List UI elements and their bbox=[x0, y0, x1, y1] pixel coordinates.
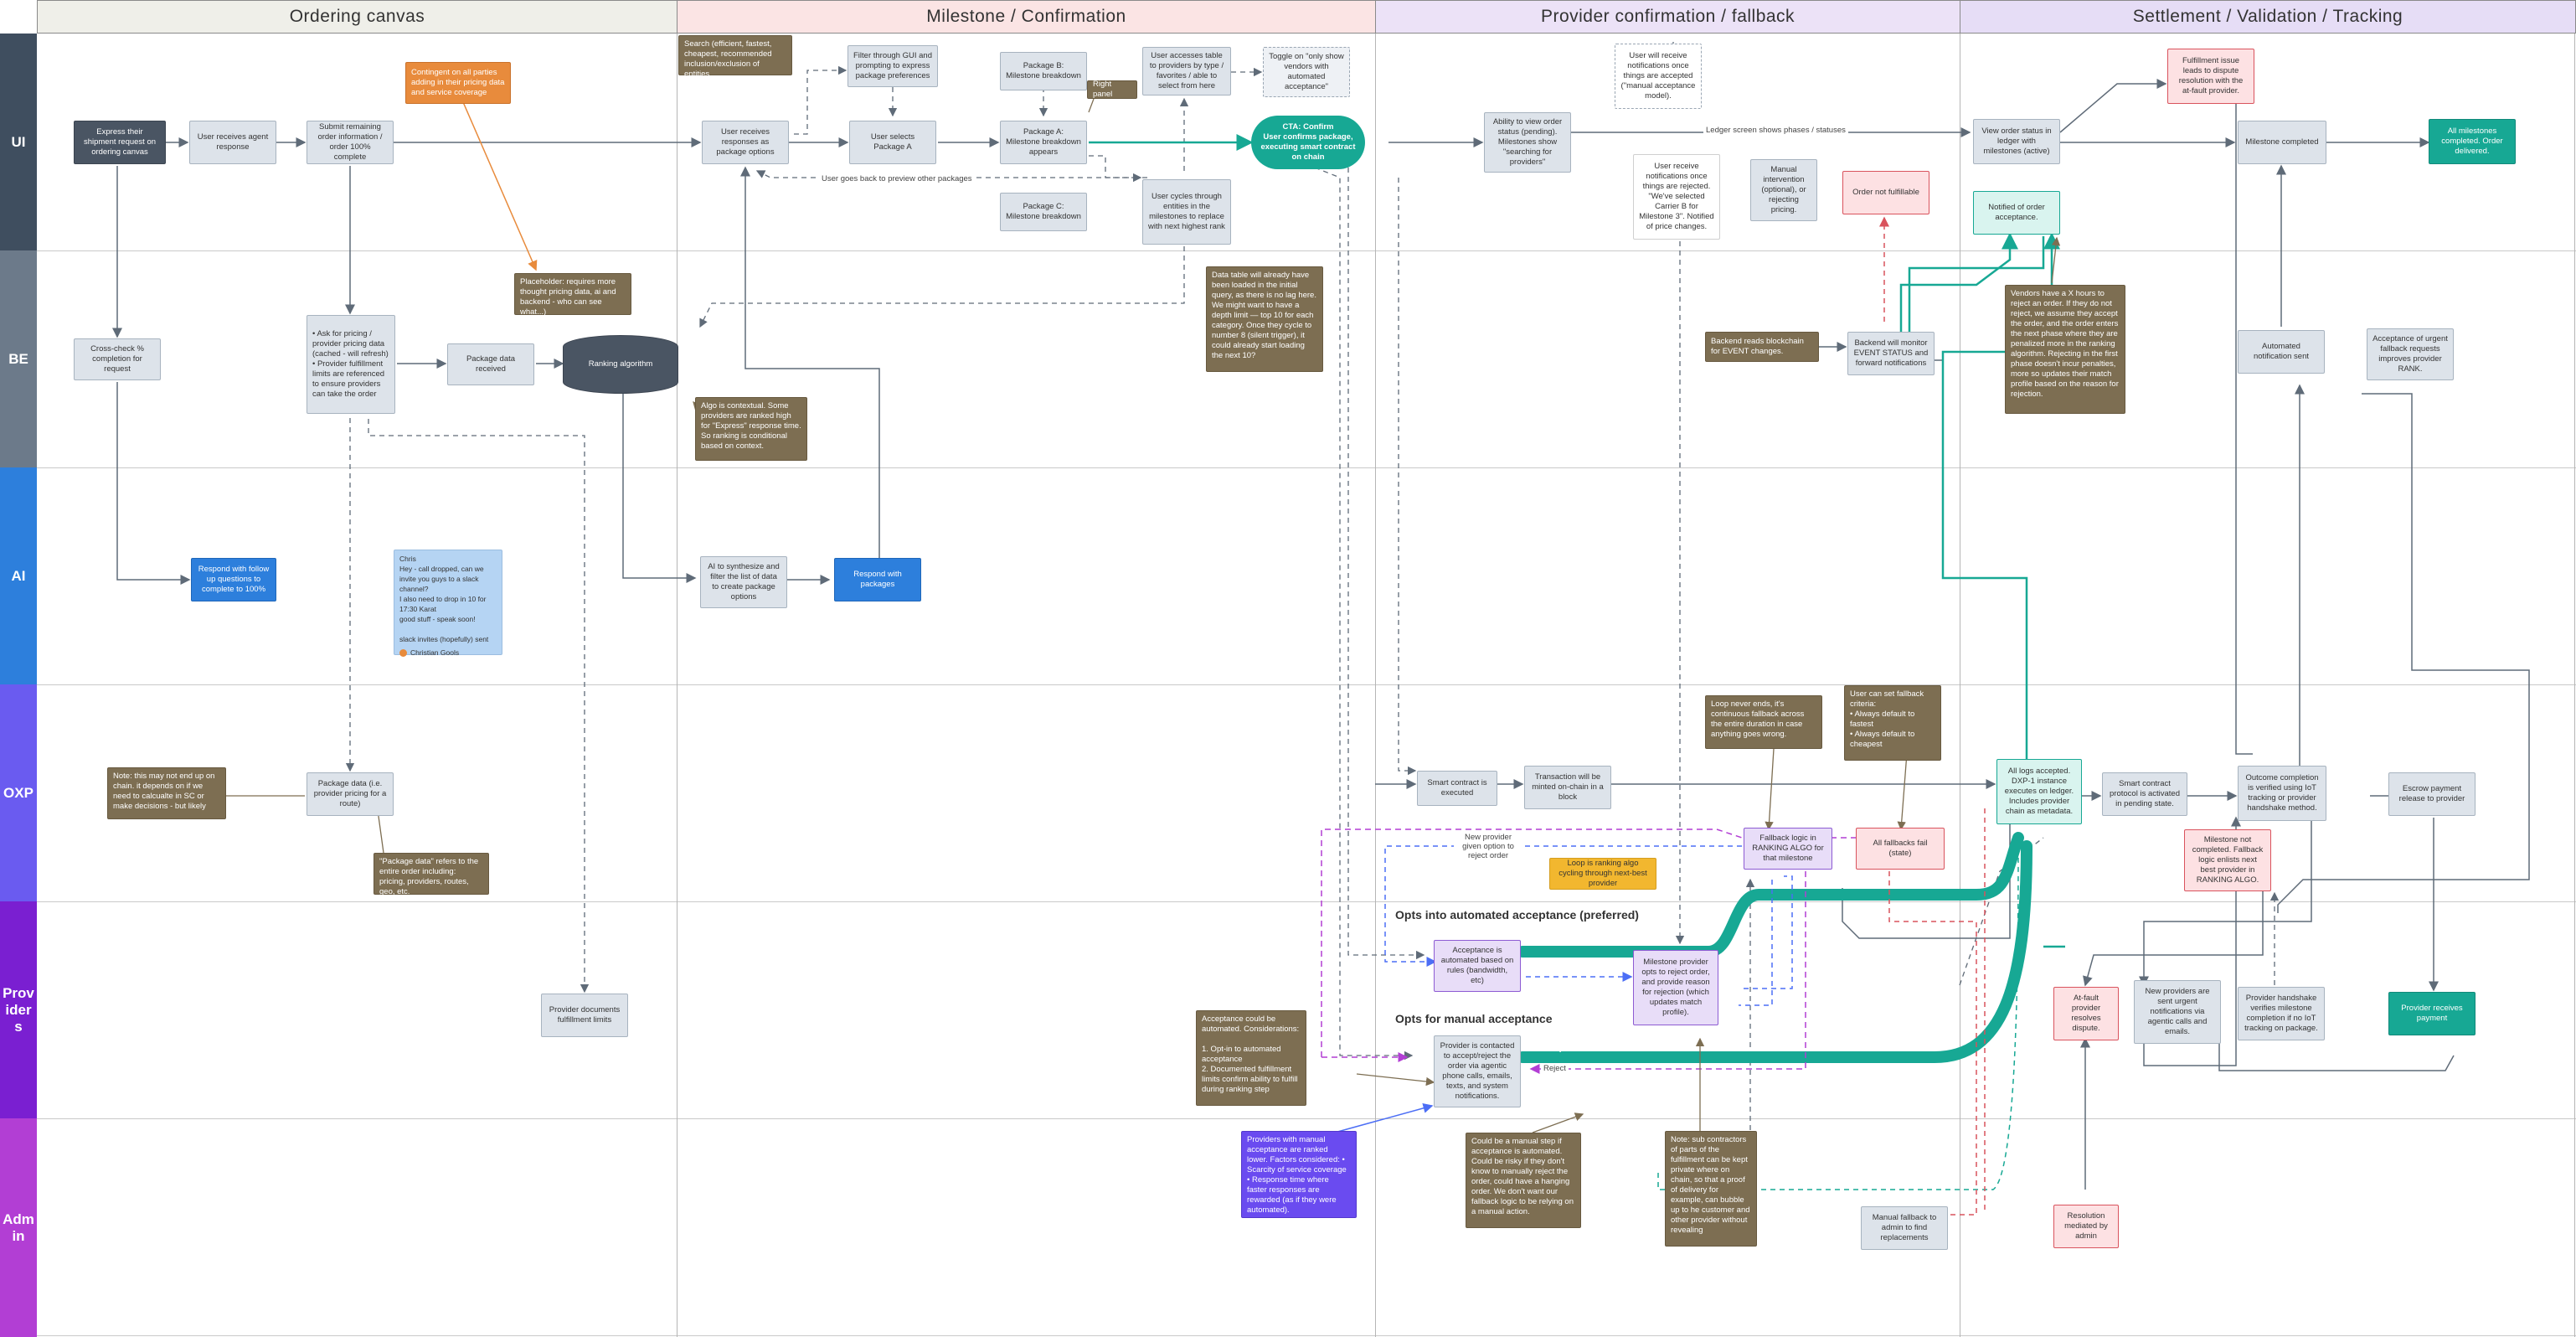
package-b-node[interactable]: Package B: Milestone breakdown bbox=[1000, 52, 1087, 90]
respond-packages-node[interactable]: Respond with packages bbox=[834, 558, 921, 601]
outcome-verified-node[interactable]: Outcome completion is verified using IoT… bbox=[2238, 766, 2326, 821]
milestone-not-completed-node[interactable]: Milestone not completed. Fallback logic … bbox=[2184, 829, 2271, 891]
provider-docs-node[interactable]: Provider documents fulfillment limits bbox=[541, 994, 628, 1037]
smart-protocol-node[interactable]: Smart contract protocol is activated in … bbox=[2102, 772, 2187, 816]
crosscheck-node[interactable]: Cross-check % completion for request bbox=[74, 338, 161, 380]
loop-ranking-note: Loop is ranking algo cycling through nex… bbox=[1549, 858, 1656, 890]
smart-contract-node[interactable]: Smart contract is executed bbox=[1417, 771, 1497, 806]
all-logs-node[interactable]: All logs accepted. DXP-1 instance execut… bbox=[1996, 759, 2082, 824]
all-fallbacks-fail-node[interactable]: All fallbacks fail (state) bbox=[1856, 828, 1945, 870]
tx-minted-node[interactable]: Transaction will be minted on-chain in a… bbox=[1524, 766, 1611, 809]
ledger-label: Ledger screen shows phases / statuses bbox=[1703, 126, 1848, 135]
fallback-criteria-note: User can set fallback criteria: • Always… bbox=[1844, 685, 1941, 761]
placeholder-note: Placeholder: requires more thought prici… bbox=[514, 273, 631, 317]
view-ledger-node[interactable]: View order status in ledger with milesto… bbox=[1973, 119, 2060, 164]
new-providers-urgent-node[interactable]: New providers are sent urgent notificati… bbox=[2134, 980, 2221, 1044]
ability-view-node[interactable]: Ability to view order status (pending). … bbox=[1484, 112, 1571, 173]
at-fault-node[interactable]: At-fault provider resolves dispute. bbox=[2053, 987, 2119, 1040]
acceptance-note: Acceptance could be automated. Considera… bbox=[1196, 1010, 1306, 1106]
notif-accepted-node[interactable]: User will receive notifications once thi… bbox=[1615, 44, 1702, 109]
cycles-node[interactable]: User cycles through entities in the mile… bbox=[1142, 179, 1231, 245]
agent-response-node[interactable]: User receives agent response bbox=[189, 121, 276, 164]
opts-auto-heading: Opts into automated acceptance (preferre… bbox=[1395, 908, 1639, 921]
notified-acceptance-node[interactable]: Notified of order acceptance. bbox=[1973, 191, 2060, 235]
user-receives-packages-node[interactable]: User receives responses as package optio… bbox=[702, 121, 789, 164]
note-chain: Note: this may not end up on chain. it d… bbox=[107, 767, 226, 819]
filter-gui-node[interactable]: Filter through GUI and prompting to expr… bbox=[848, 45, 938, 87]
toggle-only-automated[interactable]: Toggle on "only show vendors with automa… bbox=[1263, 47, 1350, 97]
milestone-reject-node[interactable]: Milestone provider opts to reject order,… bbox=[1633, 950, 1718, 1025]
accesses-table-node[interactable]: User accesses table to providers by type… bbox=[1142, 47, 1231, 96]
loop-never-note: Loop never ends, it's continuous fallbac… bbox=[1705, 695, 1822, 749]
order-not-fulfillable-node[interactable]: Order not fulfillable bbox=[1842, 171, 1929, 214]
provider-contacted-node[interactable]: Provider is contacted to accept/reject t… bbox=[1434, 1035, 1521, 1107]
contingent-note: Contingent on all parties adding in thei… bbox=[405, 62, 511, 104]
provider-handshake-node[interactable]: Provider handshake verifies milestone co… bbox=[2238, 987, 2325, 1040]
package-c-node[interactable]: Package C: Milestone breakdown bbox=[1000, 193, 1087, 231]
manual-step-note: Could be a manual step if acceptance is … bbox=[1466, 1133, 1581, 1228]
chat-author: Christian Gools bbox=[399, 648, 459, 658]
package-received-node[interactable]: Package data received bbox=[447, 343, 534, 385]
flow-board: UI BE AI OXP Prov ider s Adm in Ordering… bbox=[0, 0, 2576, 1337]
new-provider-label: New provider given option to reject orde… bbox=[1454, 833, 1522, 860]
search-note: Search (efficient, fastest, cheapest, re… bbox=[678, 35, 792, 79]
auto-acceptance-node[interactable]: Acceptance is automated based on rules (… bbox=[1434, 940, 1521, 992]
opts-manual-heading: Opts for manual acceptance bbox=[1395, 1012, 1553, 1025]
accept-label: Accept bbox=[1540, 1044, 1567, 1053]
right-panel-note: Right panel bbox=[1087, 80, 1137, 99]
subcontract-note: Note: sub contractors of parts of the fu… bbox=[1665, 1131, 1757, 1247]
package-a-node[interactable]: Package A: Milestone breakdown appears bbox=[1000, 121, 1087, 164]
fulfillment-issue-node[interactable]: Fulfillment issue leads to dispute resol… bbox=[2167, 49, 2254, 104]
vendors-note: Vendors have a X hours to reject an orde… bbox=[2005, 285, 2125, 414]
ai-synthesize-node[interactable]: AI to synthesize and filter the list of … bbox=[700, 556, 787, 608]
escrow-node[interactable]: Escrow payment release to provider bbox=[2388, 772, 2476, 816]
manual-intervention-node[interactable]: Manual intervention (optional), or rejec… bbox=[1750, 159, 1817, 221]
ranking-algorithm-node[interactable]: Ranking algorithm bbox=[563, 335, 678, 394]
manual-fallback-node[interactable]: Manual fallback to admin to find replace… bbox=[1861, 1206, 1948, 1250]
user-selects-node[interactable]: User selects Package A bbox=[849, 121, 936, 164]
fallback-logic-node[interactable]: Fallback logic in RANKING ALGO for that … bbox=[1744, 828, 1832, 870]
chat-sticky-note: Chris Hey - call dropped, can we invite … bbox=[394, 550, 502, 658]
submit-info-node[interactable]: Submit remaining order information / ord… bbox=[307, 121, 394, 164]
resolution-admin-node[interactable]: Resolution mediated by admin bbox=[2053, 1205, 2119, 1248]
package-data-node[interactable]: Package data (i.e. provider pricing for … bbox=[307, 772, 394, 816]
reject-label: Reject bbox=[1541, 1064, 1569, 1073]
all-completed-node[interactable]: All milestones completed. Order delivere… bbox=[2429, 119, 2516, 164]
package-data-note: "Package data" refers to the entire orde… bbox=[374, 853, 489, 896]
cta-confirm-button[interactable]: CTA: Confirm User confirms package, exec… bbox=[1251, 116, 1365, 169]
respond-followup-node[interactable]: Respond with follow up questions to comp… bbox=[191, 558, 276, 601]
backend-monitor-node[interactable]: Backend will monitor EVENT STATUS and fo… bbox=[1847, 332, 1935, 375]
manual-providers-note: Providers with manual acceptance are ran… bbox=[1241, 1131, 1357, 1218]
algo-context-note: Algo is contextual. Some providers are r… bbox=[695, 397, 807, 461]
auto-notification-node[interactable]: Automated notification sent bbox=[2238, 330, 2325, 374]
avatar-icon bbox=[399, 648, 407, 657]
notif-rejected-node[interactable]: User receive notifications once things a… bbox=[1633, 154, 1720, 240]
chat-text: Chris Hey - call dropped, can we invite … bbox=[399, 555, 489, 643]
milestone-completed-node[interactable]: Milestone completed bbox=[2238, 121, 2326, 164]
chat-author-name: Christian Gools bbox=[410, 648, 460, 657]
express-request-node[interactable]: Express their shipment request on orderi… bbox=[74, 121, 166, 164]
ask-pricing-node[interactable]: • Ask for pricing / provider pricing dat… bbox=[307, 315, 395, 414]
provider-payment-node[interactable]: Provider receives payment bbox=[2388, 992, 2476, 1035]
urgent-fallback-node[interactable]: Acceptance of urgent fallback requests i… bbox=[2367, 328, 2454, 380]
preview-label: User goes back to preview other packages bbox=[819, 174, 975, 183]
backend-reads-note: Backend reads blockchain for EVENT chang… bbox=[1705, 332, 1819, 362]
data-table-note: Data table will already have been loaded… bbox=[1206, 266, 1323, 372]
